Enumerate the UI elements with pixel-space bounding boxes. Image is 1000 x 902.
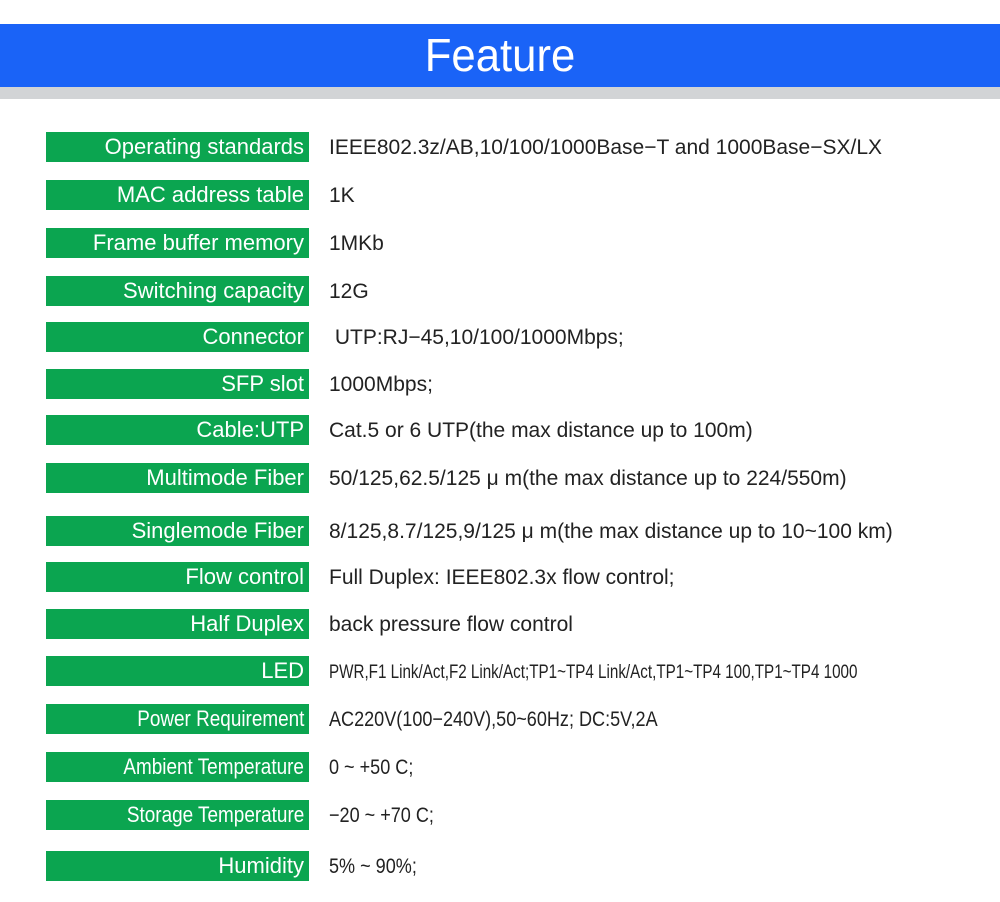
spec-label-text: LED xyxy=(261,658,304,683)
spec-value: back pressure flow control xyxy=(329,609,573,639)
spec-label: Connector xyxy=(46,322,309,352)
spec-label: Singlemode Fiber xyxy=(46,516,309,546)
spec-row-power-requirement: Power Requirement AC220V(100−240V),50~60… xyxy=(0,704,1000,734)
spec-row-half-duplex: Half Duplex back pressure flow control xyxy=(0,609,1000,639)
spec-row-connector: Connector UTP:RJ−45,10/100/1000Mbps; xyxy=(0,322,1000,352)
spec-value-text: Cat.5 or 6 UTP(the max distance up to 10… xyxy=(329,419,753,442)
spec-label: Storage Temperature xyxy=(46,800,309,830)
spec-value-text: IEEE802.3z/AB,10/100/1000Base−T and 1000… xyxy=(329,136,883,159)
spec-label-text: SFP slot xyxy=(221,371,304,396)
spec-value: Cat.5 or 6 UTP(the max distance up to 10… xyxy=(329,415,753,445)
spec-value-text: back pressure flow control xyxy=(329,613,573,636)
spec-row-multimode-fiber: Multimode Fiber 50/125,62.5/125 μ m(the … xyxy=(0,463,1000,493)
spec-label-text: Operating standards xyxy=(104,134,304,159)
spec-label: Half Duplex xyxy=(46,609,309,639)
spec-row-flow-control: Flow control Full Duplex: IEEE802.3x flo… xyxy=(0,562,1000,592)
spec-row-led: LED PWR,F1 Link/Act,F2 Link/Act;TP1~TP4 … xyxy=(0,656,1000,686)
spec-label-text: Power Requirement xyxy=(136,706,304,731)
spec-label-text: Humidity xyxy=(218,853,304,878)
spec-label-text: Half Duplex xyxy=(190,611,304,636)
spec-value-text: UTP:RJ−45,10/100/1000Mbps; xyxy=(329,326,624,349)
spec-value: Full Duplex: IEEE802.3x flow control; xyxy=(329,562,675,592)
spec-label-text: Multimode Fiber xyxy=(146,465,304,490)
spec-value-text: 0 ~ +50 C; xyxy=(329,756,414,779)
page-title: Feature xyxy=(424,29,576,81)
spec-row-ambient-temperature: Ambient Temperature 0 ~ +50 C; xyxy=(0,752,1000,782)
spec-value-text: 8/125,8.7/125,9/125 μ m(the max distance… xyxy=(329,520,893,543)
spec-value: 5% ~ 90%; xyxy=(329,851,431,881)
spec-label-text: Connector xyxy=(202,324,304,349)
spec-row-operating-standards: Operating standards IEEE802.3z/AB,10/100… xyxy=(0,132,1000,162)
spec-row-humidity: Humidity 5% ~ 90%; xyxy=(0,851,1000,881)
spec-value-text: Full Duplex: IEEE802.3x flow control; xyxy=(329,566,675,589)
spec-row-storage-temperature: Storage Temperature −20 ~ +70 C; xyxy=(0,800,1000,830)
spec-value: 1K xyxy=(329,180,355,210)
spec-value-text: 1K xyxy=(329,184,355,207)
spec-value-text: −20 ~ +70 C; xyxy=(329,804,434,827)
spec-value: PWR,F1 Link/Act,F2 Link/Act;TP1~TP4 Link… xyxy=(329,656,990,686)
spec-value-text: 12G xyxy=(329,280,369,303)
spec-label: Flow control xyxy=(46,562,309,592)
spec-label: Operating standards xyxy=(46,132,309,162)
spec-value: 50/125,62.5/125 μ m(the max distance up … xyxy=(329,463,847,493)
spec-value: UTP:RJ−45,10/100/1000Mbps; xyxy=(329,322,624,352)
spec-value-text: PWR,F1 Link/Act,F2 Link/Act;TP1~TP4 Link… xyxy=(329,662,858,683)
spec-row-cable-utp: Cable:UTP Cat.5 or 6 UTP(the max distanc… xyxy=(0,415,1000,445)
spec-label: Frame buffer memory xyxy=(46,228,309,258)
spec-value: 1MKb xyxy=(329,228,384,258)
spec-value: 8/125,8.7/125,9/125 μ m(the max distance… xyxy=(329,516,893,546)
spec-label: Ambient Temperature xyxy=(46,752,309,782)
spec-value: IEEE802.3z/AB,10/100/1000Base−T and 1000… xyxy=(329,132,882,162)
spec-label: Multimode Fiber xyxy=(46,463,309,493)
spec-label-text: Ambient Temperature xyxy=(123,754,304,779)
spec-label: Switching capacity xyxy=(46,276,309,306)
spec-label: MAC address table xyxy=(46,180,309,210)
spec-value-text: 1000Mbps; xyxy=(329,373,433,396)
spec-label: Cable:UTP xyxy=(46,415,309,445)
spec-label-text: Singlemode Fiber xyxy=(131,518,304,543)
spec-label-text: Storage Temperature xyxy=(126,802,304,827)
spec-row-switching-capacity: Switching capacity 12G xyxy=(0,276,1000,306)
spec-label-text: Flow control xyxy=(185,564,304,589)
spec-value: AC220V(100−240V),50~60Hz; DC:5V,2A xyxy=(329,704,711,734)
spec-label: SFP slot xyxy=(46,369,309,399)
spec-row-singlemode-fiber: Singlemode Fiber 8/125,8.7/125,9/125 μ m… xyxy=(0,516,1000,546)
spec-label-text: MAC address table xyxy=(116,182,304,207)
spec-value-text: AC220V(100−240V),50~60Hz; DC:5V,2A xyxy=(329,708,658,731)
spec-value-text: 50/125,62.5/125 μ m(the max distance up … xyxy=(329,467,847,490)
spec-label: Humidity xyxy=(46,851,309,881)
spec-value-text: 1MKb xyxy=(329,232,384,255)
spec-label: Power Requirement xyxy=(46,704,309,734)
spec-label-text: Switching capacity xyxy=(123,278,304,303)
spec-label-text: Cable:UTP xyxy=(196,417,304,442)
spec-value: 12G xyxy=(329,276,369,306)
spec-row-frame-buffer-memory: Frame buffer memory 1MKb xyxy=(0,228,1000,258)
spec-label-text: Frame buffer memory xyxy=(92,230,304,255)
spec-row-mac-address-table: MAC address table 1K xyxy=(0,180,1000,210)
spec-row-sfp-slot: SFP slot 1000Mbps; xyxy=(0,369,1000,399)
spec-value-text: 5% ~ 90%; xyxy=(329,855,417,878)
spec-value: 1000Mbps; xyxy=(329,369,433,399)
spec-value: −20 ~ +70 C; xyxy=(329,800,451,830)
spec-label: LED xyxy=(46,656,309,686)
spec-value: 0 ~ +50 C; xyxy=(329,752,427,782)
header-divider xyxy=(0,87,1000,99)
